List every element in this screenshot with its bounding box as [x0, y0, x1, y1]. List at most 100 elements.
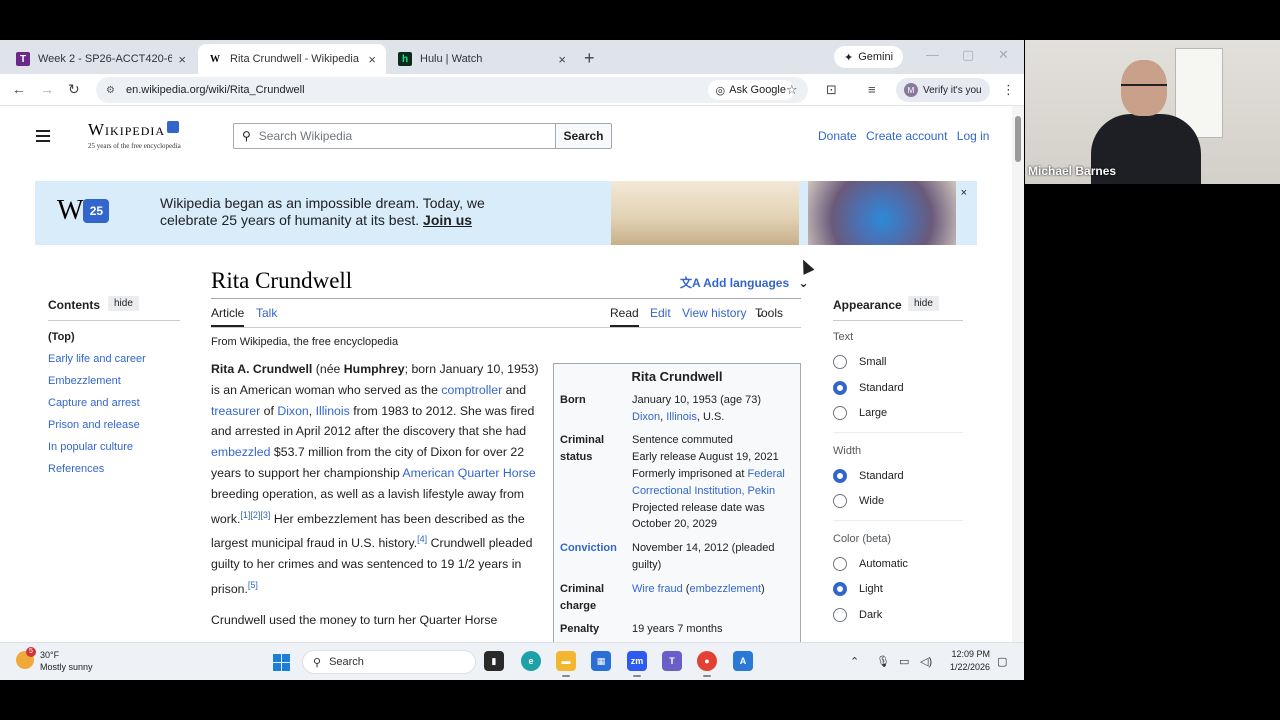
close-window-icon[interactable]: ✕ [998, 47, 1009, 63]
illinois-link[interactable]: Illinois [666, 411, 697, 423]
tab-hulu[interactable]: h Hulu | Watch × [388, 44, 576, 74]
embezzlement-link[interactable]: embezzlement [689, 583, 761, 595]
treasurer-link[interactable]: treasurer [211, 404, 260, 418]
toc-item[interactable]: In popular culture [48, 441, 180, 453]
back-arrow-icon[interactable]: ← [12, 81, 26, 97]
search-input[interactable]: ⚲ Search Wikipedia [233, 123, 556, 149]
tab-wikipedia[interactable]: W Rita Crundwell - Wikipedia × [198, 44, 386, 74]
dixon-link[interactable]: Dixon [277, 404, 308, 418]
reload-icon[interactable]: ↻ [68, 81, 80, 98]
close-tab-icon[interactable]: × [558, 52, 566, 67]
tab-week2[interactable]: T Week 2 - SP26-ACCT420-620G × [6, 44, 196, 74]
tab-edit[interactable]: Edit [650, 306, 671, 320]
illinois-link[interactable]: Illinois [316, 404, 350, 418]
radio-button[interactable] [833, 607, 847, 622]
width-wide-option[interactable]: Wide [833, 494, 963, 508]
infobox-row-charge: Criminal charge Wire fraud (embezzlement… [560, 582, 765, 612]
color-automatic-option[interactable]: Automatic [833, 556, 963, 571]
toc-item[interactable]: References [48, 463, 180, 475]
gemini-button[interactable]: ✦ Gemini [834, 46, 904, 68]
radio-button[interactable] [833, 406, 847, 420]
network-icon[interactable]: ▭ [899, 655, 909, 668]
edge-icon[interactable]: e [521, 651, 541, 671]
log-in-link[interactable]: Log in [957, 129, 990, 143]
bookmark-star-icon[interactable]: ☆ [786, 82, 798, 98]
close-banner-icon[interactable]: × [961, 187, 967, 199]
tab-view-history[interactable]: View history [682, 306, 746, 320]
media-controls-icon[interactable]: ≡ [868, 82, 876, 97]
toc-item[interactable]: Prison and release [48, 419, 180, 431]
appearance-hide-button[interactable]: hide [908, 296, 939, 311]
task-view-icon[interactable]: ▮ [484, 651, 504, 671]
reference-link[interactable]: [1][2][3] [240, 510, 270, 520]
color-dark-option[interactable]: Dark [833, 607, 963, 622]
comptroller-link[interactable]: comptroller [441, 383, 502, 397]
toc-item[interactable]: Capture and arrest [48, 397, 180, 409]
embezzled-link[interactable]: embezzled [211, 445, 270, 459]
site-info-icon[interactable]: ⚙ [106, 85, 120, 96]
toc-item[interactable]: Embezzlement [48, 375, 180, 387]
color-light-option[interactable]: Light [833, 582, 963, 596]
verify-profile-button[interactable]: M Verify it's you [896, 78, 990, 102]
reference-link[interactable]: [4] [417, 534, 427, 544]
side-panel-search-icon[interactable]: ⊡ [826, 82, 837, 98]
radio-button[interactable] [833, 556, 847, 571]
volume-icon[interactable]: ◁) [920, 655, 932, 668]
address-bar[interactable]: ⚙ en.wikipedia.org/wiki/Rita_Crundwell ◎… [96, 77, 808, 103]
toc-item[interactable]: Early life and career [48, 353, 180, 365]
toc-item[interactable]: (Top) [48, 331, 180, 343]
weather-widget[interactable]: 5 30°F Mostly sunny [16, 647, 93, 673]
maximize-icon[interactable]: ▢ [962, 47, 974, 63]
system-clock[interactable]: 12:09 PM 1/22/2026 [944, 648, 990, 674]
toc-hide-button[interactable]: hide [108, 296, 139, 311]
new-tab-button[interactable]: + [584, 48, 595, 69]
wire-fraud-link[interactable]: Wire fraud [632, 583, 683, 595]
add-languages-button[interactable]: 文A Add languages ⌄ [680, 274, 809, 291]
text-standard-option[interactable]: Standard [833, 380, 963, 395]
reference-link[interactable]: [5] [248, 580, 258, 590]
infobox-row-penalty: Penalty 19 years 7 months [560, 623, 723, 636]
taskbar-search[interactable]: ⚲ Search [302, 650, 476, 674]
tab-talk[interactable]: Talk [256, 306, 277, 320]
page-scrollbar[interactable] [1012, 106, 1024, 642]
scrollbar-thumb[interactable] [1015, 116, 1021, 162]
file-explorer-icon[interactable]: ▬ [556, 651, 576, 677]
windows-start-icon[interactable] [273, 654, 290, 671]
main-menu-icon[interactable] [36, 130, 50, 145]
donate-link[interactable]: Donate [818, 129, 857, 143]
tab-read[interactable]: Read [610, 306, 639, 327]
radio-button[interactable] [833, 355, 847, 369]
radio-button[interactable] [833, 380, 847, 395]
radio-button[interactable] [833, 468, 847, 483]
app-icon[interactable]: A [733, 651, 753, 671]
store-icon[interactable]: ▦ [591, 651, 611, 671]
dixon-link[interactable]: Dixon [632, 411, 660, 423]
radio-button[interactable] [833, 582, 847, 596]
kebab-menu-icon[interactable]: ⋮ [1002, 82, 1015, 98]
search-button[interactable]: Search [555, 123, 612, 149]
zoom-icon[interactable]: zm [627, 651, 647, 677]
microphone-icon[interactable]: 🎙 [876, 655, 890, 668]
wikipedia-logo[interactable]: Wikipedia 25 years of the free encyclope… [88, 120, 181, 150]
join-us-link[interactable]: Join us [423, 212, 472, 228]
conviction-link[interactable]: Conviction [560, 538, 632, 579]
text-large-option[interactable]: Large [833, 406, 963, 420]
close-tab-icon[interactable]: × [368, 52, 376, 67]
tab-article[interactable]: Article [211, 306, 245, 327]
close-tab-icon[interactable]: × [178, 52, 186, 67]
create-account-link[interactable]: Create account [866, 129, 947, 143]
search-icon: ⚲ [242, 129, 251, 143]
tagline: From Wikipedia, the free encyclopedia [211, 336, 399, 348]
width-standard-option[interactable]: Standard [833, 468, 963, 483]
forward-arrow-icon[interactable]: → [40, 81, 54, 97]
radio-button[interactable] [833, 494, 847, 508]
page-title: Rita Crundwell [211, 268, 353, 293]
teams-icon[interactable]: T [662, 651, 682, 671]
ask-google-button[interactable]: ◎ Ask Google [707, 80, 794, 100]
quarter-horse-link[interactable]: American Quarter Horse [402, 466, 535, 480]
chevron-up-icon[interactable]: ⌃ [850, 655, 859, 668]
notification-icon[interactable]: ▢ [997, 655, 1007, 668]
text-small-option[interactable]: Small [833, 355, 963, 369]
minimize-icon[interactable]: — [926, 47, 939, 62]
chrome-icon[interactable]: ● [697, 651, 717, 677]
